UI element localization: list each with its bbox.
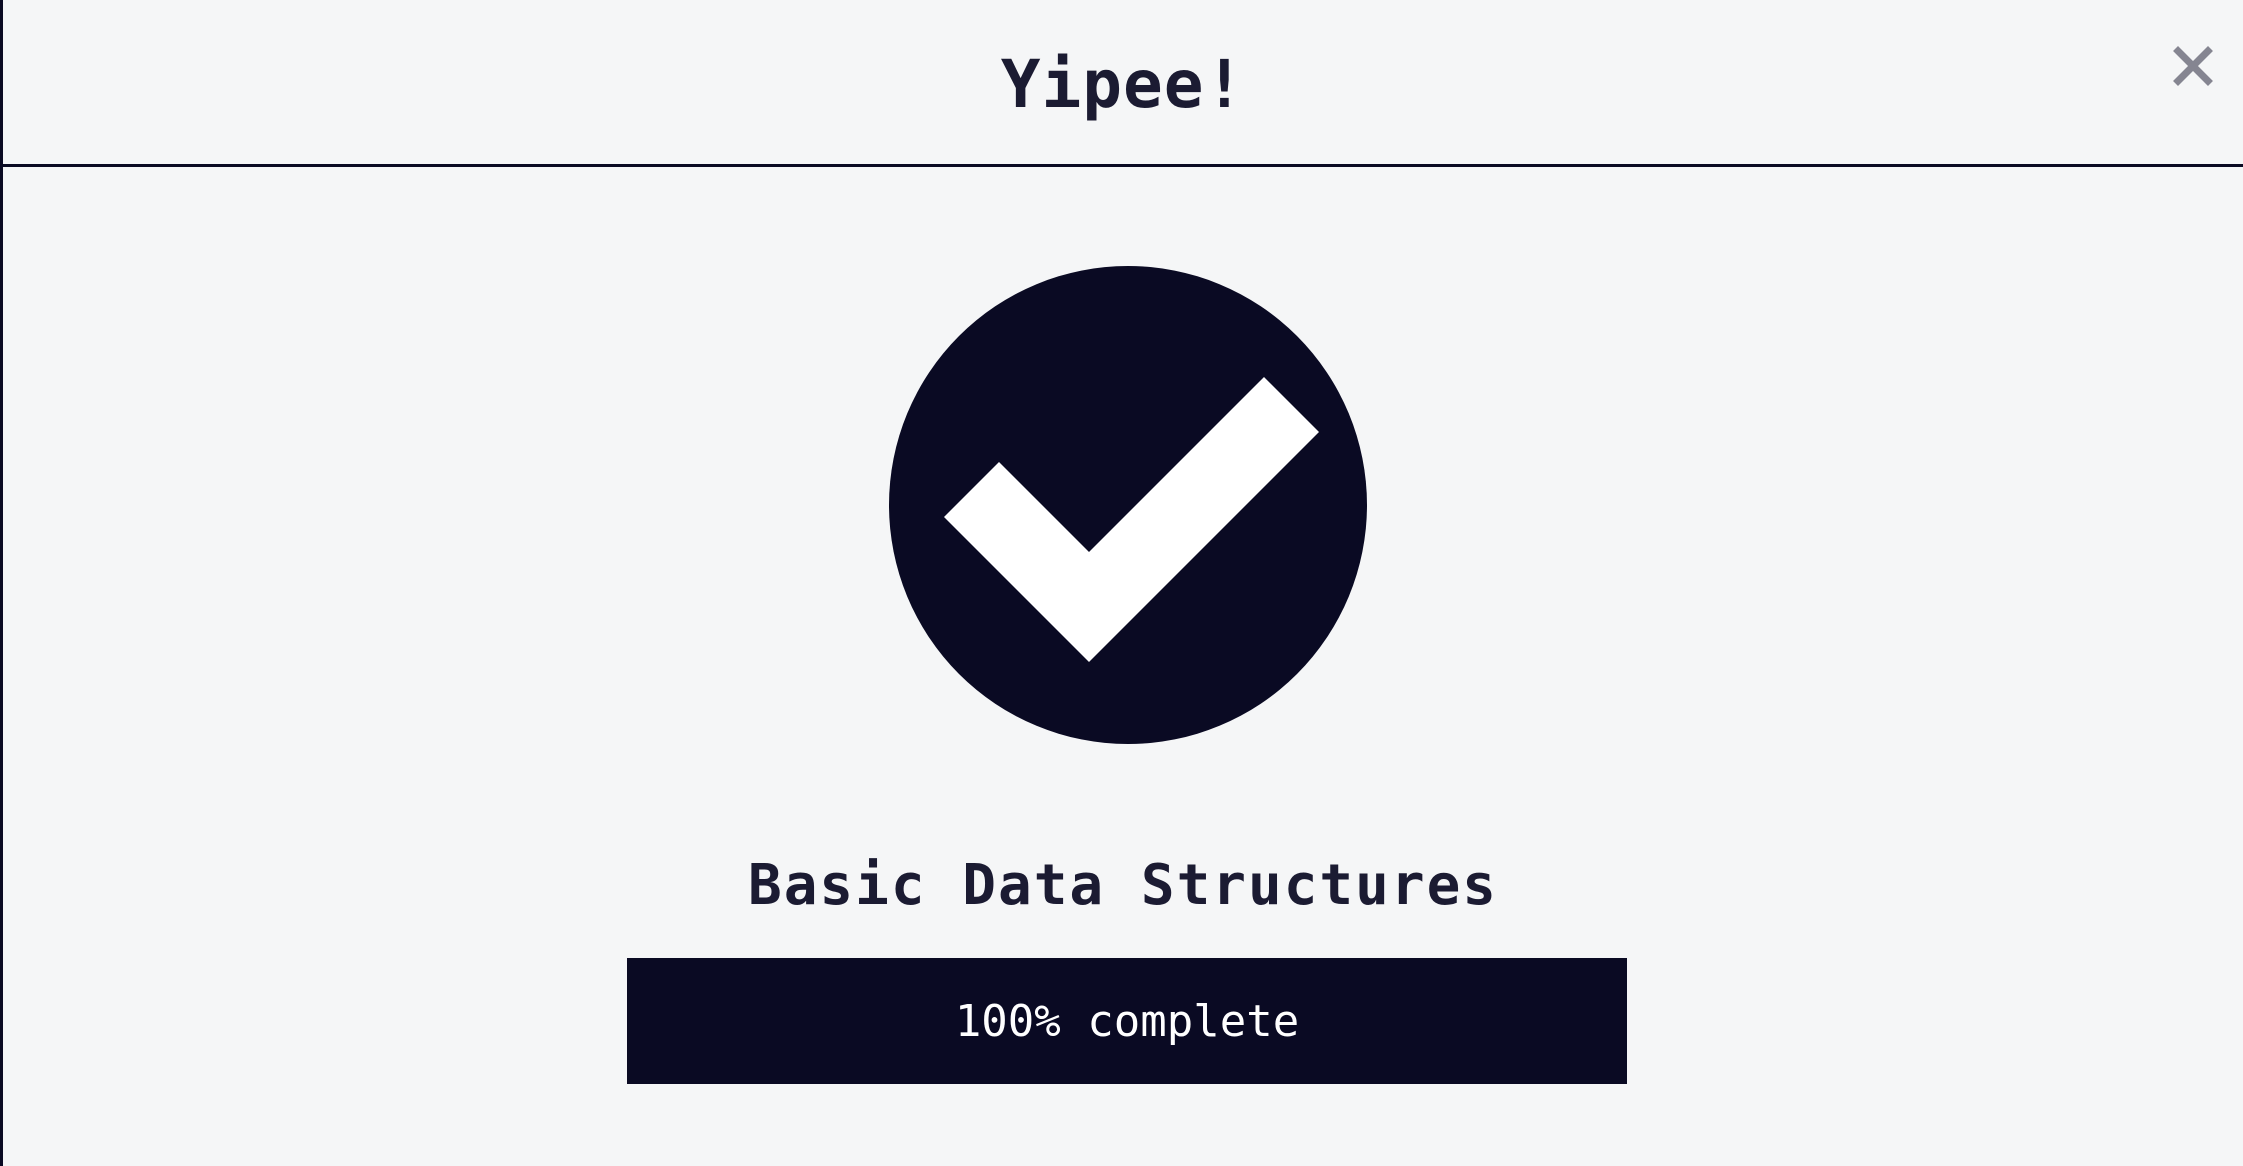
completion-modal: Yipee! Basic Data Structures 100% comple… — [0, 0, 2243, 1166]
modal-body: Basic Data Structures 100% complete — [3, 170, 2243, 1166]
progress-label: 100% complete — [954, 995, 1300, 1047]
progress-bar: 100% complete — [627, 958, 1627, 1084]
modal-header: Yipee! — [3, 0, 2243, 167]
challenge-title: Basic Data Structures — [747, 853, 1498, 918]
close-button[interactable] — [2171, 44, 2215, 88]
close-icon — [2171, 44, 2215, 88]
modal-title: Yipee! — [1000, 46, 1246, 123]
checkmark-circle-icon — [888, 265, 1368, 745]
